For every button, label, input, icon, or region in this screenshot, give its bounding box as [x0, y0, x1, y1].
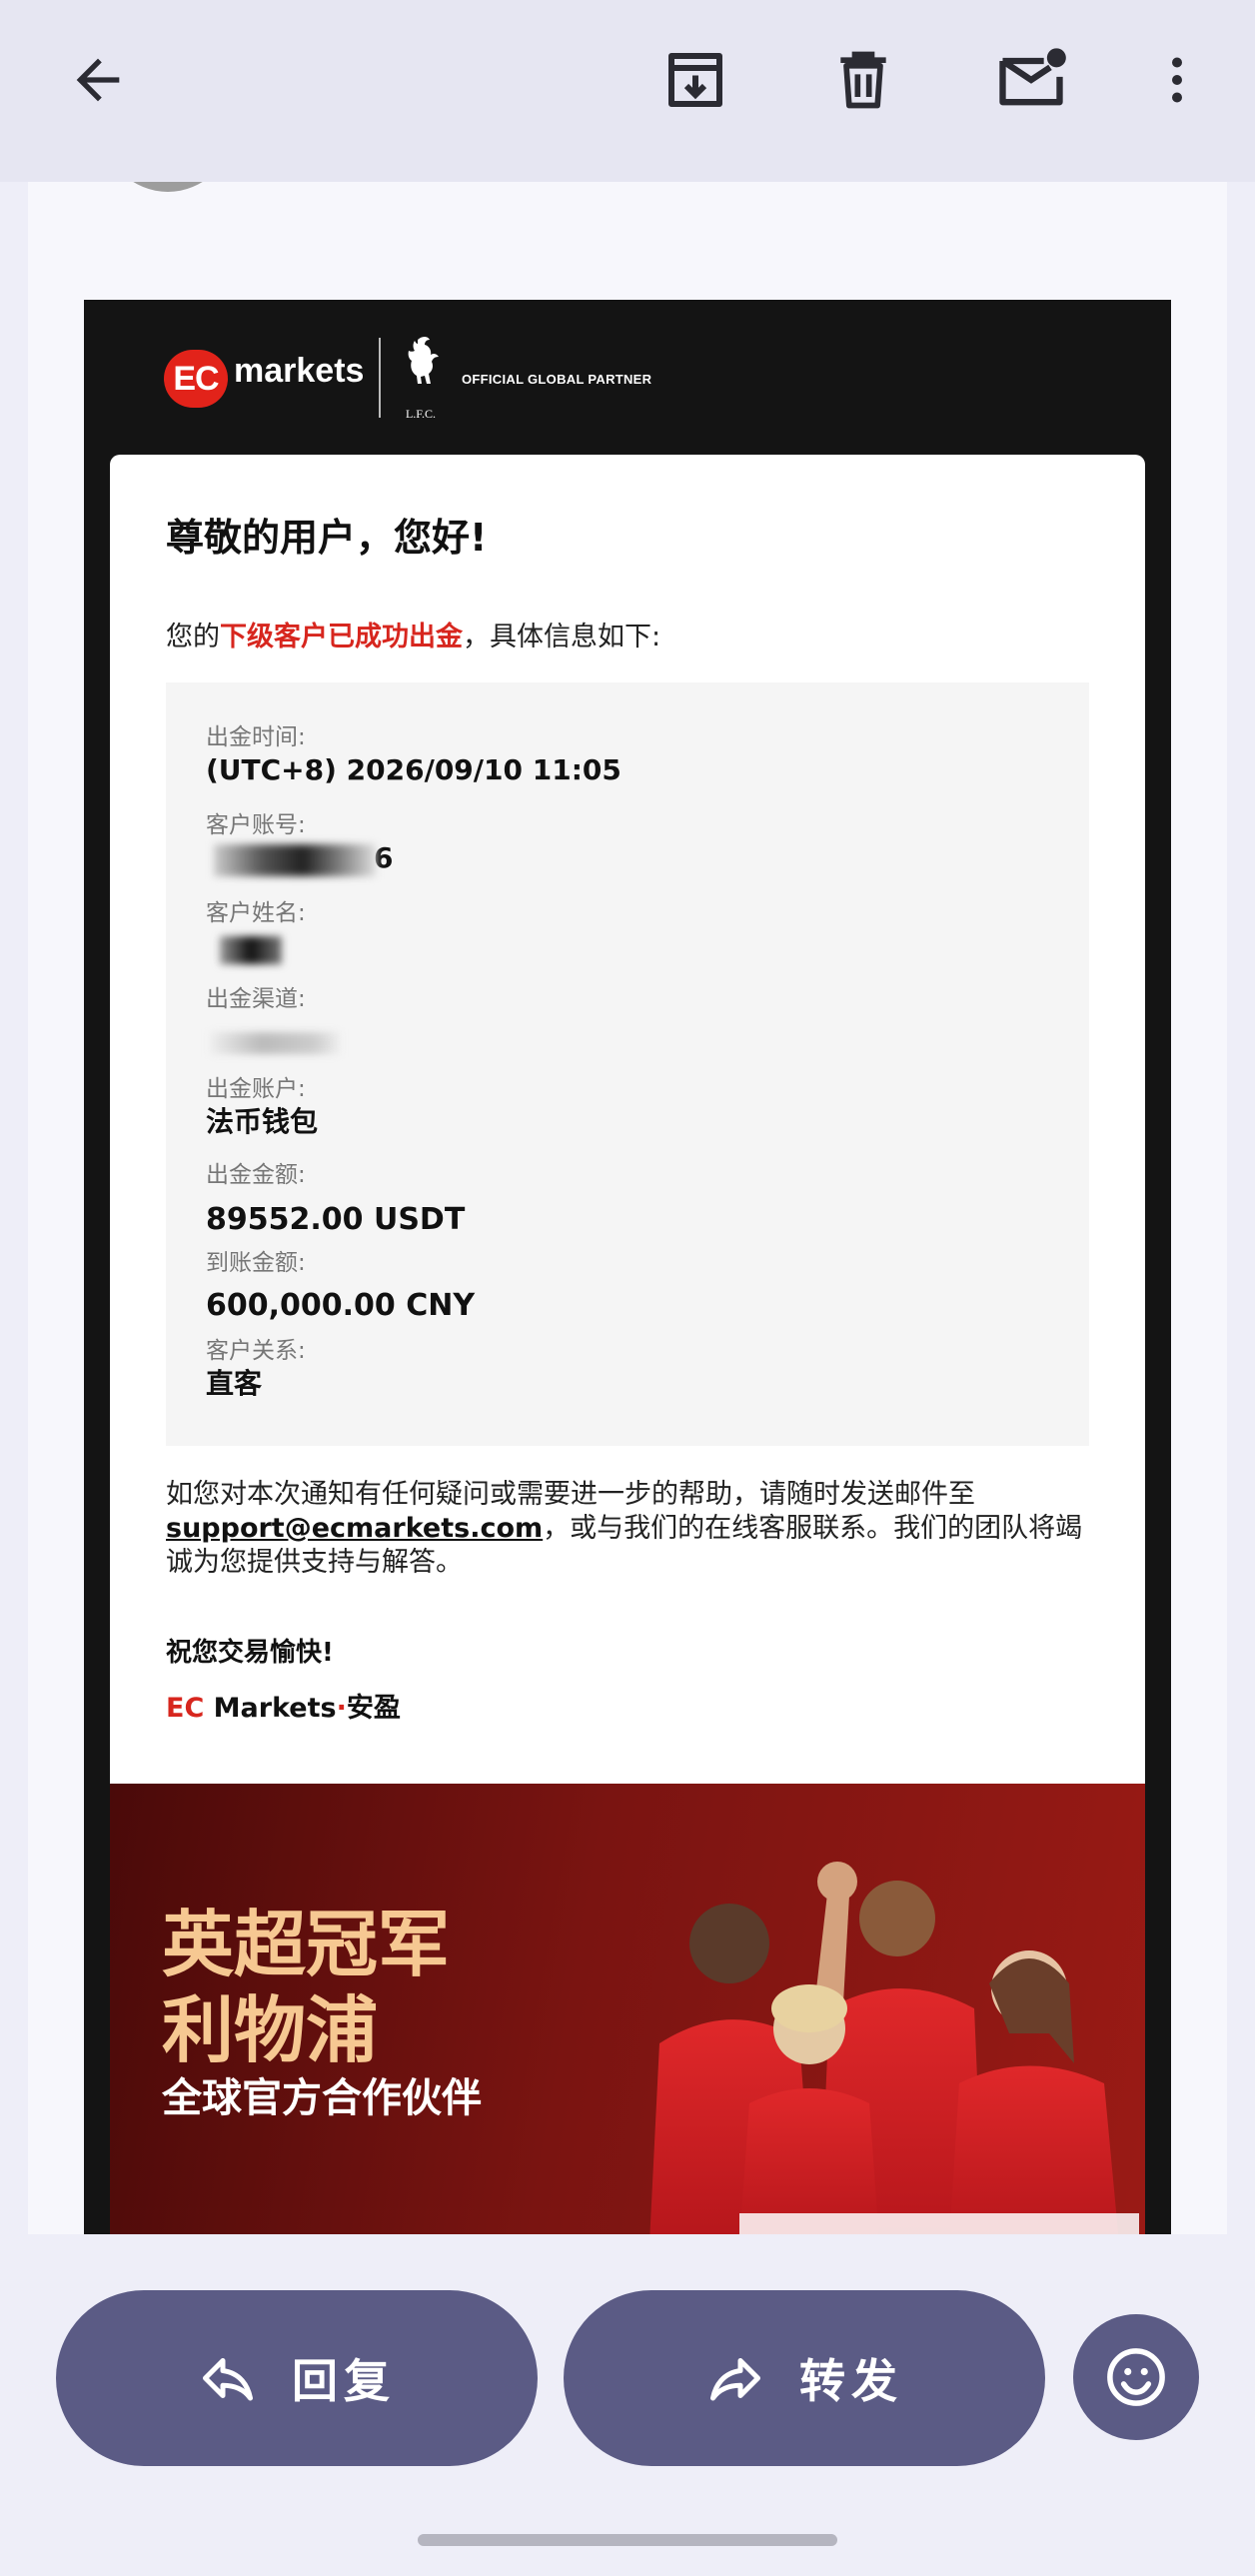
field-value: 直客 [206, 1367, 263, 1400]
withdrawal-info-box: 出金时间: (UTC+8) 2026/09/10 11:05 客户账号: 6 客… [166, 682, 1089, 1446]
intro-suffix: ，具体信息如下: [463, 622, 661, 652]
home-indicator[interactable] [418, 2534, 837, 2546]
reply-label: 回复 [292, 2354, 396, 2408]
archive-button[interactable] [639, 24, 751, 136]
sender-avatar[interactable] [103, 182, 233, 192]
lfc-text: L.F.C. [406, 407, 436, 421]
signature-dot: · [336, 1693, 347, 1724]
field-label: 客户账号: [206, 812, 306, 838]
redacted-channel [210, 1032, 340, 1054]
field-withdraw-account: 出金账户: 法币钱包 [206, 1074, 318, 1140]
email-card: 尊敬的用户，您好! 您的下级客户已成功出金，具体信息如下: 出金时间: (UTC… [110, 455, 1145, 1784]
field-client-name: 客户姓名: [206, 898, 306, 928]
signature-markets: Markets [204, 1693, 337, 1724]
field-value: (UTC+8) 2026/09/10 11:05 [206, 753, 622, 786]
field-label: 出金渠道: [206, 986, 306, 1012]
bottom-action-bar: 回复 转发 [0, 2234, 1255, 2576]
back-button[interactable] [42, 24, 154, 136]
banner-line2: 利物浦 [162, 1988, 379, 2072]
field-withdraw-time: 出金时间: (UTC+8) 2026/09/10 11:05 [206, 722, 622, 788]
top-app-bar [0, 0, 1255, 182]
intro-text: 您的下级客户已成功出金，具体信息如下: [166, 615, 660, 653]
help-line1: 如您对本次通知有任何疑问或需要进一步的帮助，请随时发送邮件至 [166, 1479, 975, 1510]
emoji-reaction-button[interactable] [1073, 2314, 1199, 2440]
players-photo [649, 1862, 1139, 2234]
banner-subline: 全球官方合作伙伴 [162, 2075, 482, 2121]
field-label: 出金金额: [206, 1162, 306, 1188]
field-withdraw-amount: 出金金额: 89552.00 USDT [206, 1160, 465, 1238]
intro-prefix: 您的 [166, 622, 220, 652]
signature-cn: 安盈 [346, 1693, 401, 1724]
promo-banner[interactable]: 英超冠军 利物浦 全球官方合作伙伴 [110, 1784, 1145, 2234]
reply-icon [203, 2358, 253, 2401]
signature: EC Markets·安盈 [166, 1686, 401, 1725]
field-label: 客户关系: [206, 1338, 306, 1364]
forward-icon [710, 2358, 760, 2401]
logo-divider [379, 338, 381, 418]
email-scroll-area[interactable]: EC markets L.F.C. OFFICIAL GLOBAL PARTNE… [28, 182, 1227, 2234]
field-value: 89552.00 USDT [206, 1202, 466, 1237]
redacted-name [220, 936, 282, 964]
field-channel: 出金渠道: [206, 984, 306, 1014]
more-vert-icon [1172, 57, 1182, 103]
liverbird-crest-icon: L.F.C. [406, 337, 439, 421]
partner-text: OFFICIAL GLOBAL PARTNER [462, 372, 652, 387]
support-email-link[interactable]: support@ecmarkets.com [166, 1513, 543, 1544]
redacted-account [214, 844, 376, 876]
forward-button[interactable]: 转发 [564, 2290, 1045, 2466]
mark-unread-button[interactable] [975, 24, 1087, 136]
field-label: 客户姓名: [206, 900, 306, 926]
email-brand-header: EC markets L.F.C. OFFICIAL GLOBAL PARTNE… [84, 300, 1171, 455]
ec-logo-word: markets [234, 352, 365, 390]
intro-highlight: 下级客户已成功出金 [220, 622, 463, 652]
help-paragraph: 如您对本次通知有任何疑问或需要进一步的帮助，请随时发送邮件至support@ec… [166, 1478, 1095, 1580]
signature-ec: EC [166, 1693, 205, 1724]
delete-button[interactable] [807, 24, 919, 136]
field-received-amount: 到账金额: 600,000.00 CNY [206, 1248, 475, 1324]
forward-label: 转发 [799, 2354, 903, 2408]
field-label: 到账金额: [206, 1250, 306, 1276]
field-client-relation: 客户关系: 直客 [206, 1336, 306, 1402]
field-label: 出金账户: [206, 1076, 306, 1102]
closing-text: 祝您交易愉快! [166, 1638, 334, 1668]
archive-icon [668, 53, 722, 107]
reply-button[interactable]: 回复 [56, 2290, 538, 2466]
field-label: 出金时间: [206, 724, 306, 750]
back-arrow-icon [76, 58, 120, 102]
field-value: 600,000.00 CNY [206, 1288, 476, 1323]
mark-unread-icon [999, 48, 1066, 106]
field-value: 法币钱包 [206, 1105, 319, 1138]
greeting: 尊敬的用户，您好! [166, 516, 488, 560]
email-body: EC markets L.F.C. OFFICIAL GLOBAL PARTNE… [84, 300, 1171, 2234]
more-options-button[interactable] [1121, 24, 1233, 136]
emoji-icon [1107, 2348, 1165, 2406]
banner-line1: 英超冠军 [162, 1903, 451, 1986]
trash-icon [840, 51, 886, 109]
banner-headline: 英超冠军 利物浦 [162, 1902, 450, 2073]
ec-logo-badge: EC [164, 350, 228, 408]
